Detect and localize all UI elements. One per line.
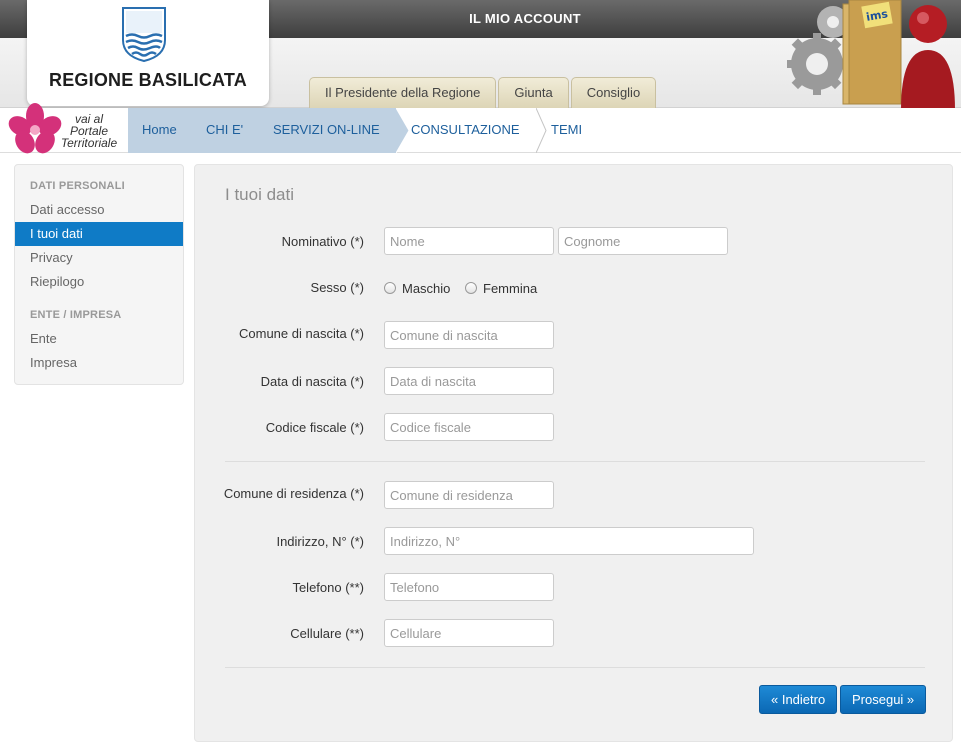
cellulare-input[interactable] [384,619,554,647]
comune-residenza-input[interactable] [384,481,554,509]
telefono-label: Telefono (**) [292,580,364,595]
sesso-femmina-label: Femmina [483,280,538,296]
sesso-maschio-radio[interactable]: Maschio [384,280,450,296]
telefono-input[interactable] [384,573,554,601]
form-title: I tuoi dati [225,185,294,204]
sidebar-item-i-tuoi-dati[interactable]: I tuoi dati [15,222,183,246]
cognome-input[interactable] [558,227,728,255]
radio-circle-icon [384,282,396,294]
portal-territoriale-link[interactable]: vai al Portale Territoriale [6,103,128,154]
nome-input[interactable] [384,227,554,255]
sidebar-item-privacy[interactable]: Privacy [15,246,183,270]
crumb-home[interactable]: Home [128,108,206,153]
sesso-label: Sesso (*) [310,280,364,295]
crumb-chi-e-label: CHI E' [206,122,244,137]
portal-line-3: Territoriale [60,136,118,150]
indirizzo-label: Indirizzo, N° (*) [276,534,364,549]
data-nascita-label: Data di nascita (*) [260,374,364,389]
personal-data-form: I tuoi dati Nominativo (*) Sesso (*) Mas… [194,164,953,742]
form-divider [225,461,925,462]
sidebar-item-riepilogo[interactable]: Riepilogo [15,270,183,294]
back-button[interactable]: « Indietro [759,685,838,714]
crumb-chi-e[interactable]: CHI E' [192,108,272,153]
sidebar-item-ente[interactable]: Ente [15,327,183,351]
ims-logo-icon[interactable]: ims [783,0,961,110]
crumb-temi[interactable]: TEMI [536,108,596,153]
cellulare-label: Cellulare (**) [290,626,364,641]
sidebar-section-dati-personali: DATI PERSONALI [30,180,125,192]
crumb-home-label: Home [142,122,177,137]
crumb-servizi-online[interactable]: SERVIZI ON-LINE [258,108,410,153]
breadcrumb-bar: vai al Portale Territoriale Home CHI E' … [0,103,961,154]
account-title[interactable]: IL MIO ACCOUNT [430,11,620,26]
form-divider [225,667,925,668]
sidebar: DATI PERSONALI Dati accesso I tuoi dati … [14,164,184,385]
crumb-consultazione[interactable]: CONSULTAZIONE [396,108,547,153]
crumb-consultazione-label: CONSULTAZIONE [411,122,520,137]
crumb-servizi-online-label: SERVIZI ON-LINE [273,122,380,137]
sidebar-item-dati-accesso[interactable]: Dati accesso [15,198,183,222]
logo-text: REGIONE BASILICATA [49,70,247,90]
next-button[interactable]: Prosegui » [840,685,927,714]
codice-fiscale-input[interactable] [384,413,554,441]
tab-presidente[interactable]: Il Presidente della Regione [309,77,497,108]
sidebar-item-impresa[interactable]: Impresa [15,351,183,375]
crumb-temi-label: TEMI [551,122,583,137]
tab-giunta[interactable]: Giunta [498,77,569,108]
regione-crest-icon [122,7,166,62]
comune-nascita-label: Comune di nascita (*) [239,326,364,341]
header-tabs: Il Presidente della Regione Giunta Consi… [309,77,658,108]
indirizzo-input[interactable] [384,527,754,555]
radio-circle-icon [465,282,477,294]
comune-nascita-input[interactable] [384,321,554,349]
comune-residenza-label: Comune di residenza (*) [223,486,364,501]
sesso-maschio-label: Maschio [402,280,451,296]
tab-consiglio[interactable]: Consiglio [570,77,657,108]
data-nascita-input[interactable] [384,367,554,395]
logo-card[interactable]: REGIONE BASILICATA [27,0,269,106]
portal-text: vai al Portale Territoriale [54,113,124,149]
codice-fiscale-label: Codice fiscale (*) [265,420,364,435]
nominativo-label: Nominativo (*) [281,234,364,249]
sesso-femmina-radio[interactable]: Femmina [465,280,537,296]
sidebar-section-ente-impresa: ENTE / IMPRESA [30,309,122,321]
